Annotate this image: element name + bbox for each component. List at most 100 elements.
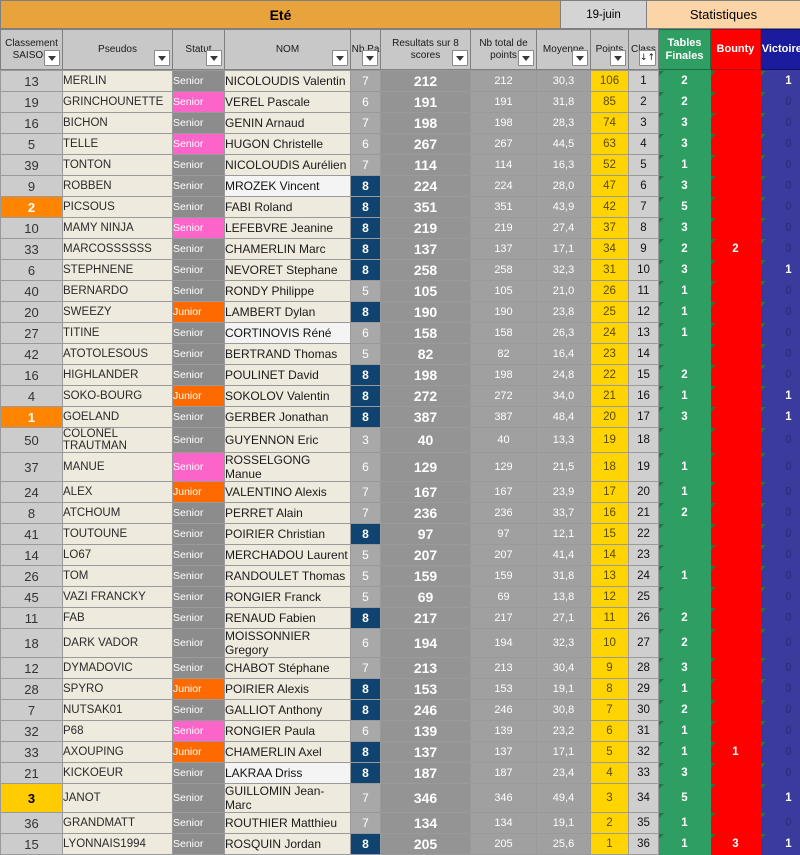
table-row[interactable]: 6STEPHNENESeniorNEVORET Stephane82582583… [1, 260, 800, 281]
cell-bounty[interactable] [711, 428, 761, 453]
cell-points[interactable]: 8 [591, 679, 629, 700]
cell-points[interactable]: 22 [591, 365, 629, 386]
cell-nb-parties[interactable]: 6 [351, 453, 381, 482]
cell-nb-parties[interactable]: 6 [351, 629, 381, 658]
cell-class[interactable]: 29 [629, 679, 659, 700]
cell-classement-saison[interactable]: 11 [1, 608, 63, 629]
cell-tables-finales[interactable]: 1 [659, 453, 711, 482]
cell-victoires[interactable]: 0 [761, 218, 800, 239]
cell-nb-parties[interactable]: 8 [351, 260, 381, 281]
cell-classement-saison[interactable]: 6 [1, 260, 63, 281]
cell-resultats-sur-8-scores[interactable]: 129 [381, 453, 471, 482]
cell-statut[interactable]: Senior [173, 218, 225, 239]
cell-statut[interactable]: Senior [173, 545, 225, 566]
cell-points[interactable]: 9 [591, 658, 629, 679]
cell-points[interactable]: 31 [591, 260, 629, 281]
cell-victoires[interactable]: 0 [761, 742, 800, 763]
cell-victoires[interactable]: 0 [761, 428, 800, 453]
cell-resultats-sur-8-scores[interactable]: 205 [381, 834, 471, 855]
cell-statut[interactable]: Senior [173, 453, 225, 482]
cell-bounty[interactable] [711, 503, 761, 524]
cell-victoires[interactable]: 0 [761, 344, 800, 365]
sort-ascending-icon[interactable]: ↓↑ [639, 50, 656, 66]
cell-resultats-sur-8-scores[interactable]: 217 [381, 608, 471, 629]
cell-classement-saison[interactable]: 40 [1, 281, 63, 302]
cell-tables-finales[interactable]: 1 [659, 742, 711, 763]
cell-bounty[interactable]: 2 [711, 239, 761, 260]
cell-classement-saison[interactable]: 19 [1, 92, 63, 113]
cell-class[interactable]: 23 [629, 545, 659, 566]
cell-resultats-sur-8-scores[interactable]: 134 [381, 813, 471, 834]
cell-class[interactable]: 9 [629, 239, 659, 260]
cell-pseudo[interactable]: SWEEZY [63, 302, 173, 323]
cell-bounty[interactable] [711, 721, 761, 742]
cell-nom[interactable]: MOISSONNIER Gregory [225, 629, 351, 658]
cell-tables-finales[interactable]: 1 [659, 302, 711, 323]
cell-class[interactable]: 10 [629, 260, 659, 281]
cell-nb-parties[interactable]: 8 [351, 197, 381, 218]
cell-victoires[interactable]: 1 [761, 71, 800, 92]
cell-nb-parties[interactable]: 7 [351, 784, 381, 813]
cell-points[interactable]: 85 [591, 92, 629, 113]
table-row[interactable]: 39TONTONSeniorNICOLOUDIS Aurélien7114114… [1, 155, 800, 176]
cell-tables-finales[interactable]: 1 [659, 566, 711, 587]
cell-class[interactable]: 28 [629, 658, 659, 679]
cell-moyenne[interactable]: 24,8 [537, 365, 591, 386]
cell-points[interactable]: 20 [591, 407, 629, 428]
cell-bounty[interactable] [711, 344, 761, 365]
cell-class[interactable]: 30 [629, 700, 659, 721]
cell-nb-total-points[interactable]: 217 [471, 608, 537, 629]
cell-bounty[interactable] [711, 197, 761, 218]
cell-resultats-sur-8-scores[interactable]: 167 [381, 482, 471, 503]
cell-resultats-sur-8-scores[interactable]: 105 [381, 281, 471, 302]
cell-tables-finales[interactable]: 2 [659, 365, 711, 386]
cell-nom[interactable]: PERRET Alain [225, 503, 351, 524]
table-row[interactable]: 33MARCOSSSSSSSeniorCHAMERLIN Marc8137137… [1, 239, 800, 260]
cell-resultats-sur-8-scores[interactable]: 82 [381, 344, 471, 365]
cell-classement-saison[interactable]: 32 [1, 721, 63, 742]
cell-resultats-sur-8-scores[interactable]: 212 [381, 71, 471, 92]
cell-bounty[interactable] [711, 218, 761, 239]
cell-nb-parties[interactable]: 7 [351, 113, 381, 134]
cell-nb-total-points[interactable]: 194 [471, 629, 537, 658]
cell-victoires[interactable]: 1 [761, 834, 800, 855]
cell-nb-total-points[interactable]: 134 [471, 813, 537, 834]
cell-moyenne[interactable]: 31,8 [537, 92, 591, 113]
table-row[interactable]: 41TOUTOUNESeniorPOIRIER Christian8979712… [1, 524, 800, 545]
cell-nb-parties[interactable]: 5 [351, 566, 381, 587]
cell-victoires[interactable]: 0 [761, 113, 800, 134]
cell-victoires[interactable]: 0 [761, 608, 800, 629]
cell-pseudo[interactable]: NUTSAK01 [63, 700, 173, 721]
cell-class[interactable]: 18 [629, 428, 659, 453]
cell-victoires[interactable]: 0 [761, 545, 800, 566]
table-row[interactable]: 40BERNARDOSeniorRONDY Philippe510510521,… [1, 281, 800, 302]
cell-moyenne[interactable]: 48,4 [537, 407, 591, 428]
cell-nb-total-points[interactable]: 191 [471, 92, 537, 113]
cell-nb-parties[interactable]: 7 [351, 155, 381, 176]
cell-nom[interactable]: GENIN Arnaud [225, 113, 351, 134]
cell-class[interactable]: 15 [629, 365, 659, 386]
cell-class[interactable]: 31 [629, 721, 659, 742]
cell-bounty[interactable] [711, 323, 761, 344]
cell-moyenne[interactable]: 30,4 [537, 658, 591, 679]
cell-tables-finales[interactable]: 1 [659, 323, 711, 344]
cell-classement-saison[interactable]: 18 [1, 629, 63, 658]
cell-pseudo[interactable]: GRINCHOUNETTE [63, 92, 173, 113]
cell-nb-total-points[interactable]: 346 [471, 784, 537, 813]
cell-bounty[interactable] [711, 281, 761, 302]
cell-class[interactable]: 26 [629, 608, 659, 629]
cell-nb-parties[interactable]: 8 [351, 763, 381, 784]
cell-classement-saison[interactable]: 2 [1, 197, 63, 218]
cell-nom[interactable]: ROSQUIN Jordan [225, 834, 351, 855]
cell-pseudo[interactable]: COLONEL TRAUTMAN [63, 428, 173, 453]
cell-class[interactable]: 33 [629, 763, 659, 784]
cell-nb-parties[interactable]: 8 [351, 365, 381, 386]
filter-dropdown-pseudos[interactable] [154, 50, 170, 66]
cell-nb-total-points[interactable]: 246 [471, 700, 537, 721]
cell-statut[interactable]: Junior [173, 742, 225, 763]
cell-nb-parties[interactable]: 8 [351, 524, 381, 545]
cell-nb-parties[interactable]: 8 [351, 386, 381, 407]
cell-victoires[interactable]: 0 [761, 323, 800, 344]
cell-victoires[interactable]: 1 [761, 784, 800, 813]
cell-nom[interactable]: LAKRAA Driss [225, 763, 351, 784]
